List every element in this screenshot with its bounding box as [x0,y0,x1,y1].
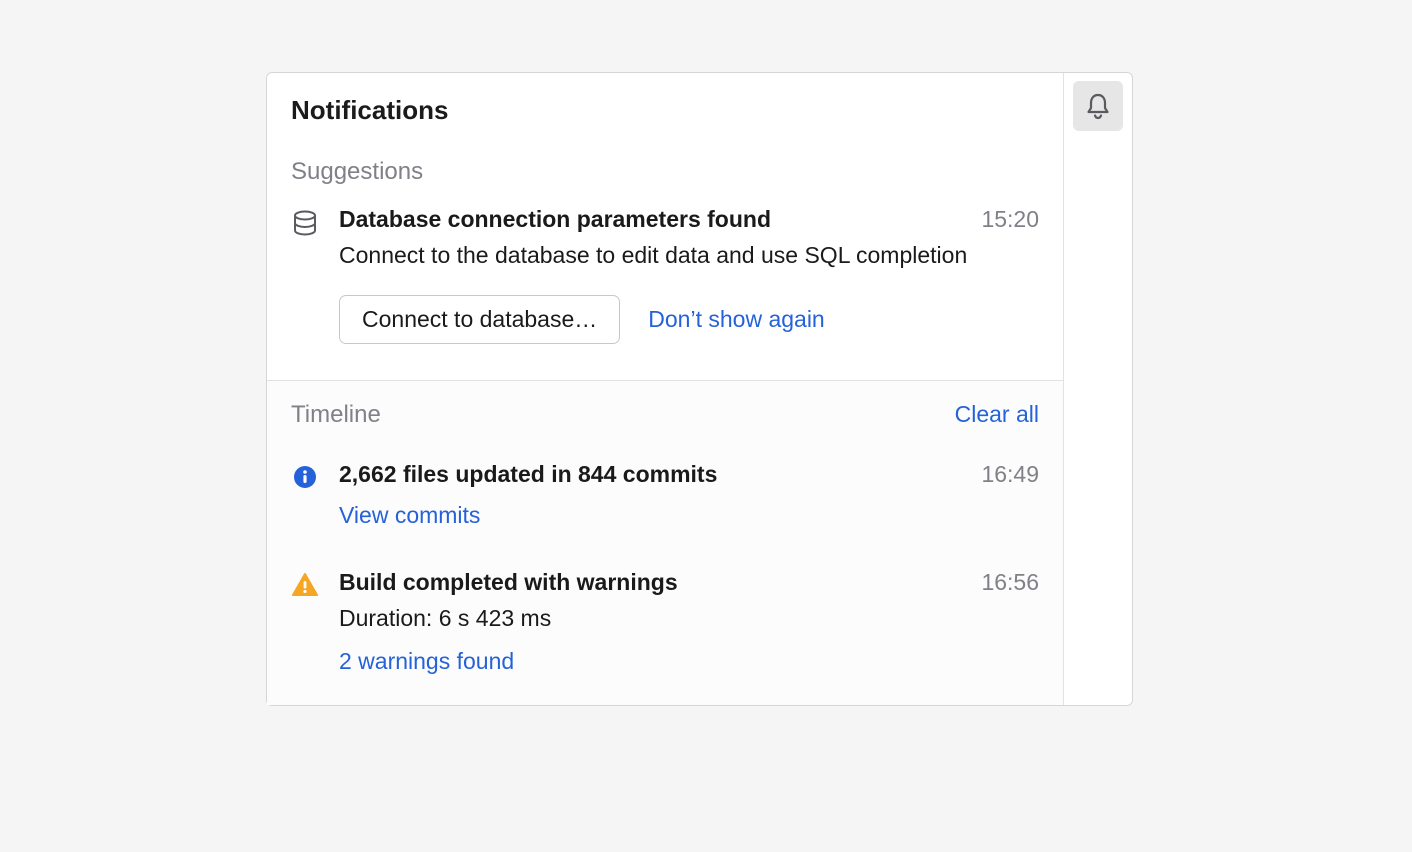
timeline-item-actions: 2 warnings found [339,648,1039,675]
timeline-label: Timeline [291,401,381,429]
timeline-item-description: Duration: 6 s 423 ms [339,602,969,634]
notifications-main: Notifications Suggestions Database conne… [267,73,1064,705]
timeline-header: Timeline Clear all [267,381,1063,441]
timeline-item-title: 2,662 files updated in 844 commits [339,461,965,488]
timeline-item-body: Build completed with warnings 16:56 Dura… [339,569,1039,675]
timeline-item-actions: View commits [339,502,1039,529]
info-icon [291,461,319,489]
suggestion-time: 15:20 [981,206,1039,233]
warnings-found-link[interactable]: 2 warnings found [339,648,514,675]
suggestion-head: Database connection parameters found 15:… [339,206,1039,233]
timeline-item[interactable]: 2,662 files updated in 844 commits 16:49… [267,455,1063,529]
panel-header: Notifications [267,73,1063,134]
suggestion-item[interactable]: Database connection parameters found 15:… [267,200,1063,344]
panel-sidebar [1064,73,1132,705]
timeline-item-body: 2,662 files updated in 844 commits 16:49… [339,461,1039,529]
timeline-item[interactable]: Build completed with warnings 16:56 Dura… [267,563,1063,675]
suggestion-body: Database connection parameters found 15:… [339,206,1039,344]
clear-all-link[interactable]: Clear all [955,401,1039,428]
bell-icon [1083,91,1113,121]
timeline-section: Timeline Clear all 2,662 files updated i… [267,380,1063,705]
timeline-item-time: 16:56 [981,569,1039,596]
suggestion-actions: Connect to database… Don’t show again [339,295,1039,344]
suggestion-description: Connect to the database to edit data and… [339,239,969,271]
suggestions-section: Suggestions Database connection paramete… [267,134,1063,380]
timeline-item-time: 16:49 [981,461,1039,488]
suggestion-title: Database connection parameters found [339,206,965,233]
dont-show-again-link[interactable]: Don’t show again [648,306,824,333]
notifications-panel: Notifications Suggestions Database conne… [266,72,1133,706]
view-commits-link[interactable]: View commits [339,502,480,529]
notifications-bell-button[interactable] [1073,81,1123,131]
suggestions-label: Suggestions [267,134,1063,200]
warning-icon [291,569,319,597]
panel-title: Notifications [291,95,1039,126]
timeline-item-head: Build completed with warnings 16:56 [339,569,1039,596]
timeline-item-title: Build completed with warnings [339,569,965,596]
connect-to-database-button[interactable]: Connect to database… [339,295,620,344]
timeline-item-head: 2,662 files updated in 844 commits 16:49 [339,461,1039,488]
database-icon [291,206,319,236]
